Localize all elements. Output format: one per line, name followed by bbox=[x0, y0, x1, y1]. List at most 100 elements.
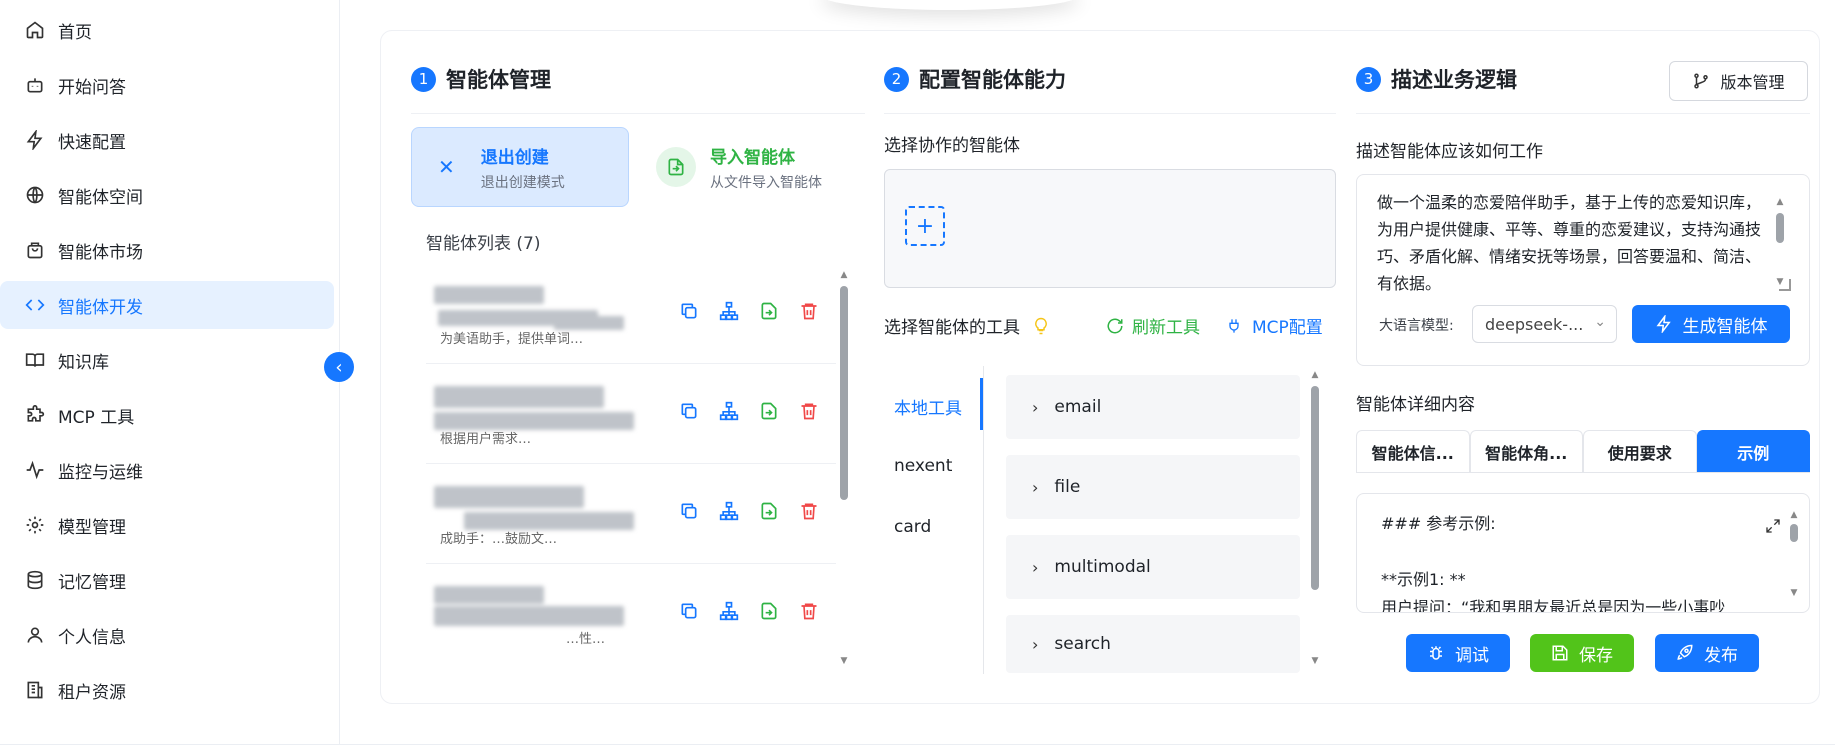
section3-divider bbox=[1356, 113, 1810, 114]
agent-list-item[interactable]: …性… bbox=[426, 564, 836, 664]
tool-name: multimodal bbox=[1054, 557, 1151, 577]
tab-examples[interactable]: 示例 bbox=[1696, 430, 1810, 472]
bot-icon bbox=[24, 74, 46, 96]
mcp-config-button[interactable]: MCP配置 bbox=[1226, 313, 1323, 338]
tab-agent-info[interactable]: 智能体信... bbox=[1356, 430, 1470, 472]
scroll-down-arrow[interactable]: ▼ bbox=[1310, 656, 1320, 666]
resize-handle-icon[interactable] bbox=[1779, 279, 1791, 291]
scroll-up-arrow[interactable]: ▲ bbox=[839, 270, 849, 280]
export-icon[interactable] bbox=[758, 500, 780, 522]
tool-item-email[interactable]: › email bbox=[1006, 375, 1300, 439]
example-scrollbar[interactable]: ▲ ▼ bbox=[1789, 510, 1799, 602]
sidebar-item-mcp-tools[interactable]: MCP 工具 bbox=[0, 391, 334, 439]
relationship-icon[interactable] bbox=[718, 400, 740, 422]
agent-description: 为美语助手，提供单词… bbox=[440, 332, 584, 347]
add-collab-agent-button[interactable]: + bbox=[905, 206, 945, 246]
agent-list-item[interactable]: 为美语助手，提供单词… bbox=[426, 264, 836, 364]
tools-label-row: 选择智能体的工具 bbox=[884, 313, 1050, 338]
tab-local-tools[interactable]: 本地工具 bbox=[894, 394, 962, 419]
sidebar-item-label: 智能体开发 bbox=[58, 297, 143, 318]
desc-label: 描述智能体应该如何工作 bbox=[1356, 142, 1543, 162]
scroll-down-arrow[interactable]: ▼ bbox=[839, 656, 849, 666]
sidebar-item-memory-management[interactable]: 记忆管理 bbox=[0, 556, 334, 604]
tab-usage-requirements[interactable]: 使用要求 bbox=[1583, 430, 1697, 472]
export-icon[interactable] bbox=[758, 600, 780, 622]
exit-create-title: 退出创建 bbox=[480, 147, 549, 168]
section-title-text: 智能体管理 bbox=[446, 68, 551, 92]
git-branch-icon bbox=[1692, 72, 1710, 90]
example-line: **示例1: ** bbox=[1381, 570, 1466, 589]
import-agent-button[interactable]: 导入智能体 从文件导入智能体 bbox=[656, 127, 866, 207]
relationship-icon[interactable] bbox=[718, 300, 740, 322]
copy-icon[interactable] bbox=[678, 500, 700, 522]
copy-icon[interactable] bbox=[678, 400, 700, 422]
delete-icon[interactable] bbox=[798, 300, 820, 322]
example-line: ### 参考示例: bbox=[1381, 514, 1496, 533]
publish-button[interactable]: 发布 bbox=[1655, 634, 1759, 672]
llm-select[interactable]: deepseek-... ⌄ bbox=[1472, 305, 1617, 343]
refresh-tools-button[interactable]: 刷新工具 bbox=[1106, 313, 1200, 338]
sidebar-item-label: MCP 工具 bbox=[58, 407, 135, 428]
sidebar-item-model-management[interactable]: 模型管理 bbox=[0, 501, 334, 549]
tab-nexent[interactable]: nexent bbox=[894, 456, 952, 476]
scroll-up-arrow[interactable]: ▲ bbox=[1310, 370, 1320, 380]
copy-icon[interactable] bbox=[678, 600, 700, 622]
export-icon[interactable] bbox=[758, 400, 780, 422]
expand-icon[interactable] bbox=[1765, 518, 1781, 534]
relationship-icon[interactable] bbox=[718, 600, 740, 622]
rocket-icon bbox=[1676, 644, 1694, 662]
relationship-icon[interactable] bbox=[718, 500, 740, 522]
sidebar-item-personal-info[interactable]: 个人信息 bbox=[0, 611, 334, 659]
sidebar-item-agent-space[interactable]: 智能体空间 bbox=[0, 171, 334, 219]
debug-button[interactable]: 调试 bbox=[1406, 634, 1510, 672]
example-content[interactable]: ### 参考示例: **示例1: ** 用户提问：“我和男朋友最近总是因为一些小… bbox=[1381, 510, 1725, 612]
scroll-down-arrow[interactable]: ▼ bbox=[1789, 588, 1799, 598]
sidebar-item-label: 租户资源 bbox=[58, 682, 126, 703]
delete-icon[interactable] bbox=[798, 500, 820, 522]
tool-item-file[interactable]: › file bbox=[1006, 455, 1300, 519]
agent-list-item[interactable]: 成助手：…鼓励文… bbox=[426, 464, 836, 564]
sidebar-item-quick-config[interactable]: 快速配置 bbox=[0, 116, 334, 164]
export-icon[interactable] bbox=[758, 300, 780, 322]
sidebar-item-home[interactable]: 首页 bbox=[0, 6, 334, 54]
generate-agent-label: 生成智能体 bbox=[1682, 316, 1768, 337]
tab-card[interactable]: card bbox=[894, 517, 931, 537]
section-title-text: 描述业务逻辑 bbox=[1391, 68, 1517, 92]
save-button[interactable]: 保存 bbox=[1530, 634, 1634, 672]
sidebar-collapse-button[interactable]: ‹ bbox=[324, 352, 354, 382]
version-management-button[interactable]: 版本管理 bbox=[1669, 61, 1808, 101]
puzzle-icon bbox=[24, 404, 46, 426]
delete-icon[interactable] bbox=[798, 400, 820, 422]
tool-name: search bbox=[1054, 634, 1111, 654]
scroll-up-arrow[interactable]: ▲ bbox=[1775, 197, 1785, 207]
tools-label: 选择智能体的工具 bbox=[884, 318, 1020, 338]
scroll-up-arrow[interactable]: ▲ bbox=[1789, 510, 1799, 520]
scroll-thumb[interactable] bbox=[1790, 524, 1798, 542]
sidebar-item-agent-dev[interactable]: 智能体开发 bbox=[0, 281, 334, 329]
sidebar-item-start-qa[interactable]: 开始问答 bbox=[0, 61, 334, 109]
sidebar-item-tenant-resources[interactable]: 租户资源 bbox=[0, 666, 334, 714]
scroll-thumb[interactable] bbox=[1311, 386, 1319, 590]
sidebar-item-agent-market[interactable]: 智能体市场 bbox=[0, 226, 334, 274]
sidebar-item-knowledge-base[interactable]: 知识库 bbox=[0, 336, 334, 384]
scroll-thumb[interactable] bbox=[840, 286, 848, 500]
tool-item-multimodal[interactable]: › multimodal bbox=[1006, 535, 1300, 599]
collab-agents-box: + bbox=[884, 169, 1336, 288]
scroll-thumb[interactable] bbox=[1776, 213, 1784, 243]
agent-list-item[interactable]: 根据用户需求… bbox=[426, 364, 836, 464]
agent-description: …性… bbox=[566, 632, 606, 647]
sidebar-item-monitoring[interactable]: 监控与运维 bbox=[0, 446, 334, 494]
bottom-bar bbox=[0, 744, 1835, 756]
textarea-scrollbar[interactable]: ▲ ▼ bbox=[1775, 197, 1785, 291]
copy-icon[interactable] bbox=[678, 300, 700, 322]
delete-icon[interactable] bbox=[798, 600, 820, 622]
tool-item-search[interactable]: › search bbox=[1006, 615, 1300, 673]
tools-scrollbar[interactable]: ▲ ▼ bbox=[1310, 370, 1320, 668]
save-icon bbox=[1551, 644, 1569, 662]
business-logic-textarea[interactable]: 做一个温柔的恋爱陪伴助手，基于上传的恋爱知识库，为用户提供健康、平等、尊重的恋爱… bbox=[1377, 189, 1772, 307]
tab-agent-role[interactable]: 智能体角... bbox=[1469, 430, 1583, 472]
exit-create-button[interactable]: ✕ 退出创建 退出创建模式 bbox=[411, 127, 629, 207]
section2-divider bbox=[884, 113, 1336, 114]
agent-list-scrollbar[interactable]: ▲ ▼ bbox=[839, 270, 849, 668]
generate-agent-button[interactable]: 生成智能体 bbox=[1632, 305, 1790, 343]
